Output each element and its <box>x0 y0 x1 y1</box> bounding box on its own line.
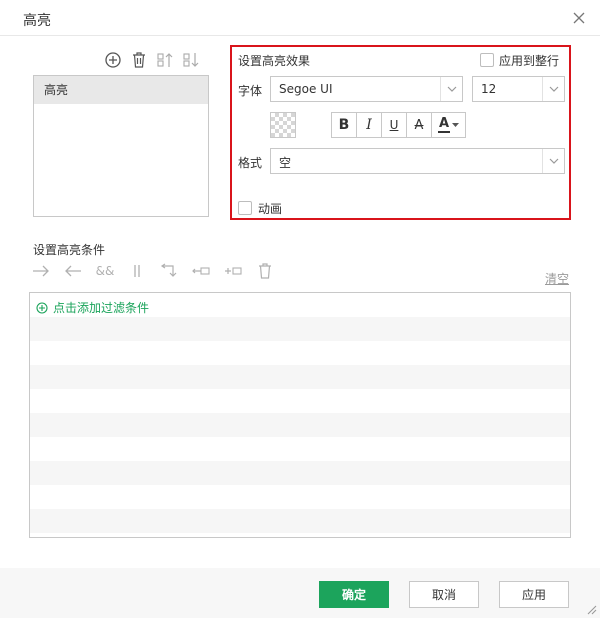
font-color-button[interactable]: A <box>432 113 465 137</box>
add-circle-icon <box>36 301 48 314</box>
highlight-list: 高亮 <box>33 75 209 217</box>
close-icon[interactable] <box>570 9 588 27</box>
insert-before-icon[interactable] <box>191 262 211 280</box>
background-color-picker[interactable] <box>270 112 296 138</box>
add-filter-condition-link[interactable]: 点击添加过滤条件 <box>36 299 149 316</box>
clear-conditions-link[interactable]: 清空 <box>545 270 569 287</box>
chevron-down-icon <box>542 77 564 101</box>
strikethrough-button[interactable]: A <box>407 113 432 137</box>
apply-whole-row-label: 应用到整行 <box>499 54 560 68</box>
delete-icon[interactable] <box>129 50 149 70</box>
font-family-select[interactable]: Segoe UI <box>270 76 463 102</box>
apply-button[interactable]: 应用 <box>499 581 569 608</box>
move-up-icon[interactable] <box>155 50 175 70</box>
insert-after-icon[interactable] <box>223 262 243 280</box>
font-label: 字体 <box>238 84 263 98</box>
conditions-title: 设置高亮条件 <box>33 243 106 257</box>
chevron-down-icon <box>542 149 564 173</box>
and-operator-icon[interactable]: && <box>95 262 115 280</box>
or-operator-icon[interactable] <box>127 262 147 280</box>
caret-down-icon <box>452 123 459 127</box>
animation-checkbox[interactable] <box>238 201 252 215</box>
font-style-group: B I U A A <box>331 112 466 138</box>
add-icon[interactable] <box>103 50 123 70</box>
dialog-titlebar: 高亮 <box>0 0 600 36</box>
format-select[interactable]: 空 <box>270 148 565 174</box>
apply-whole-row-checkbox[interactable] <box>480 53 494 67</box>
swap-icon[interactable] <box>159 262 179 280</box>
font-color-bar <box>438 130 450 133</box>
font-size-value: 12 <box>481 82 497 96</box>
stripe-row <box>30 317 570 341</box>
conditions-area: 点击添加过滤条件 <box>29 292 571 538</box>
ok-button[interactable]: 确定 <box>319 581 389 608</box>
arrow-right-icon[interactable] <box>31 262 51 280</box>
underline-button[interactable]: U <box>382 113 407 137</box>
list-item[interactable]: 高亮 <box>34 76 208 104</box>
stripe-row <box>30 509 570 533</box>
stripe-row <box>30 413 570 437</box>
italic-button[interactable]: I <box>357 113 382 137</box>
font-size-select[interactable]: 12 <box>472 76 565 102</box>
format-value: 空 <box>279 156 292 170</box>
format-label: 格式 <box>238 156 263 170</box>
animation-label: 动画 <box>258 202 283 216</box>
trash-icon[interactable] <box>255 262 275 280</box>
add-filter-condition-label: 点击添加过滤条件 <box>53 301 150 315</box>
effect-title: 设置高亮效果 <box>238 54 311 68</box>
stripe-row <box>30 365 570 389</box>
stripe-row <box>30 461 570 485</box>
resize-handle-icon[interactable] <box>585 603 597 615</box>
font-color-letter: A <box>438 115 450 131</box>
chevron-down-icon <box>440 77 462 101</box>
bold-button[interactable]: B <box>332 113 357 137</box>
highlight-dialog: 高亮 高亮 设置高亮效果 应用到整行 字体 Segoe UI 12 B I U … <box>0 0 600 618</box>
dialog-title: 高亮 <box>23 13 51 29</box>
arrow-left-icon[interactable] <box>63 262 83 280</box>
font-family-value: Segoe UI <box>279 82 333 96</box>
move-down-icon[interactable] <box>181 50 201 70</box>
cancel-button[interactable]: 取消 <box>409 581 479 608</box>
